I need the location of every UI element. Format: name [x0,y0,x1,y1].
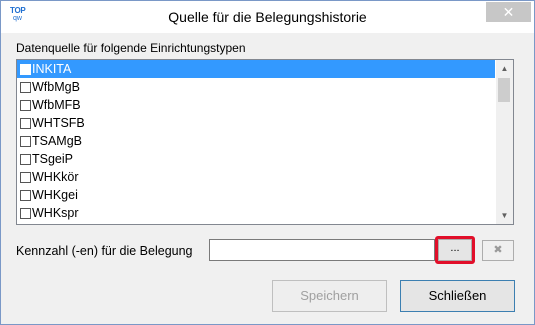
clear-button[interactable]: ✖ [482,240,514,261]
list-item[interactable]: WHKgei [17,186,495,204]
window-title: Quelle für die Belegungshistorie [168,9,367,25]
checkbox[interactable] [20,82,31,93]
highlight-box [435,236,475,264]
list-item[interactable]: TSgeiP [17,150,495,168]
window-close-button[interactable]: ✕ [486,2,531,22]
list-item[interactable]: WHKkör [17,168,495,186]
checkbox[interactable] [20,154,31,165]
checkbox[interactable] [20,136,31,147]
checkbox[interactable] [20,118,31,129]
list-item-label: INKITA [32,62,72,76]
list-item[interactable]: WHKspr [17,204,495,222]
list-items: INKITA WfbMgB WfbMFB WHTSFB TSAMgB TSgeiP WHKk… [17,60,495,222]
einrichtungstypen-listbox[interactable]: INKITA WfbMgB WfbMFB WHTSFB TSAMgB TSgeiP WHKk… [16,59,514,225]
title-bar: TOP qw Quelle für die Belegungshistorie … [1,1,534,33]
close-button[interactable]: Schließen [400,280,515,312]
list-item[interactable]: WHTSFB [17,114,495,132]
clear-icon: ✖ [493,244,503,256]
list-item[interactable]: WfbMgB [17,78,495,96]
list-item-label: TSgeiP [32,152,73,166]
checkbox[interactable] [20,172,31,183]
scroll-thumb[interactable] [498,78,510,102]
list-label: Datenquelle für folgende Einrichtungstyp… [16,41,246,55]
checkbox[interactable] [20,64,31,75]
list-item[interactable]: WfbMFB [17,96,495,114]
scroll-up-icon[interactable]: ▲ [496,60,513,77]
vertical-scrollbar[interactable]: ▲ ▼ [496,60,513,224]
list-item-label: WfbMFB [32,98,81,112]
list-item-label: WHKkör [32,170,79,184]
list-item-label: WHTSFB [32,116,85,130]
checkbox[interactable] [20,208,31,219]
scroll-down-icon[interactable]: ▼ [496,207,513,224]
kennzahl-input[interactable] [209,239,435,261]
kennzahl-label: Kennzahl (-en) für die Belegung [16,244,193,258]
list-item-label: WHKspr [32,206,79,220]
list-item[interactable]: TSAMgB [17,132,495,150]
list-item-label: WHKgei [32,188,78,202]
dialog-window: TOP qw Quelle für die Belegungshistorie … [0,0,535,325]
list-item-label: TSAMgB [32,134,83,148]
checkbox[interactable] [20,190,31,201]
save-button[interactable]: Speichern [272,280,387,312]
list-item-label: WfbMgB [32,80,80,94]
list-item[interactable]: INKITA [17,60,495,78]
checkbox[interactable] [20,100,31,111]
